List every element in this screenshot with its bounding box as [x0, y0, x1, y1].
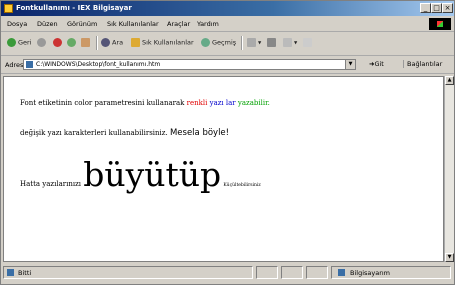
- page-done-icon: [7, 269, 14, 276]
- mail-button[interactable]: ▾: [247, 38, 261, 48]
- close-button[interactable]: ×: [442, 3, 453, 13]
- page-content: Font etiketinin color parametresini kull…: [3, 76, 444, 262]
- status-panel: [256, 266, 278, 279]
- status-panel: [281, 266, 303, 279]
- blue-text: yazı lar: [209, 99, 236, 107]
- status-text: Bitti: [18, 269, 32, 277]
- content-line-3: Hatta yazılarınızı büyütüp Küçültebilirs…: [20, 155, 261, 194]
- small-text: Küçültebilirsiniz: [223, 183, 261, 188]
- red-text: renkli: [186, 99, 208, 107]
- content-line-1: Font etiketinin color parametresini kull…: [20, 99, 270, 107]
- green-text: yazabilir.: [237, 99, 270, 107]
- computer-icon: [338, 269, 345, 276]
- scroll-up-icon[interactable]: ▲: [445, 76, 454, 85]
- links-button[interactable]: Bağlantılar: [403, 60, 442, 68]
- vertical-scrollbar[interactable]: ▲ ▼: [444, 76, 454, 262]
- address-value: C:\WINDOWS\Desktop\font_kullanımı.htm: [36, 61, 161, 68]
- forward-button[interactable]: [37, 38, 48, 48]
- content-line-2: değişik yazı karakterleri kullanabilirsi…: [20, 128, 230, 138]
- home-icon: [81, 38, 90, 47]
- search-icon: [101, 38, 110, 47]
- windows-logo-icon: [429, 18, 451, 30]
- go-button[interactable]: ➜Git: [369, 60, 384, 68]
- back-button[interactable]: Geri: [7, 38, 32, 48]
- stop-icon: [53, 38, 62, 47]
- menu-help[interactable]: Yardım: [197, 20, 219, 28]
- minimize-button[interactable]: _: [420, 3, 431, 13]
- edit-icon: [283, 38, 292, 47]
- big-text: büyütüp: [83, 155, 222, 194]
- window-title: Fontkullanımı - IEX Bilgisayar: [16, 4, 132, 12]
- status-panel-zone: Bilgisayarım: [331, 266, 451, 279]
- title-bar[interactable]: Fontkullanımı - IEX Bilgisayar _ □ ×: [1, 1, 454, 16]
- toolbar-separator: [241, 36, 243, 50]
- print-icon: [267, 38, 276, 47]
- status-panel: [306, 266, 328, 279]
- menu-view[interactable]: Görünüm: [67, 20, 97, 28]
- refresh-icon: [67, 38, 76, 47]
- back-arrow-icon: [7, 38, 16, 47]
- forward-arrow-icon: [37, 38, 46, 47]
- address-dropdown-icon[interactable]: ▼: [345, 60, 355, 69]
- toolbar: Geri Ara Sık Kullanılanlar Geçmiş ▾ ▾: [1, 32, 454, 56]
- history-button[interactable]: Geçmiş: [201, 38, 236, 48]
- refresh-button[interactable]: [67, 38, 78, 48]
- menu-file[interactable]: Dosya: [7, 20, 27, 28]
- mail-icon: [247, 38, 256, 47]
- zone-text: Bilgisayarım: [350, 269, 391, 277]
- edit-button[interactable]: ▾: [283, 38, 297, 48]
- scroll-down-icon[interactable]: ▼: [445, 253, 454, 262]
- favorites-button[interactable]: Sık Kullanılanlar: [131, 38, 194, 48]
- page-icon: [26, 61, 33, 68]
- browser-window: Fontkullanımı - IEX Bilgisayar _ □ × Dos…: [0, 0, 455, 285]
- search-button[interactable]: Ara: [101, 38, 123, 48]
- maximize-button[interactable]: □: [431, 3, 442, 13]
- history-icon: [201, 38, 210, 47]
- menu-bar: Dosya Düzen Görünüm Sık Kullanılanlar Ar…: [1, 17, 454, 32]
- home-button[interactable]: [81, 38, 92, 48]
- sans-text: Mesela böyle!: [169, 128, 230, 138]
- status-panel-main: Bitti: [3, 266, 253, 279]
- menu-edit[interactable]: Düzen: [37, 20, 58, 28]
- favorites-icon: [131, 38, 140, 47]
- discuss-icon: [303, 38, 312, 47]
- print-button[interactable]: [267, 38, 278, 48]
- ie-icon: [4, 4, 13, 13]
- address-label: Adres: [5, 61, 24, 69]
- address-input[interactable]: C:\WINDOWS\Desktop\font_kullanımı.htm ▼: [23, 59, 356, 70]
- menu-tools[interactable]: Araçlar: [167, 20, 190, 28]
- menu-favorites[interactable]: Sık Kullanılanlar: [107, 20, 159, 28]
- discuss-button[interactable]: [303, 38, 314, 48]
- status-bar: Bitti Bilgisayarım: [1, 263, 454, 283]
- address-bar: Adres C:\WINDOWS\Desktop\font_kullanımı.…: [1, 56, 454, 74]
- stop-button[interactable]: [53, 38, 64, 48]
- toolbar-separator: [96, 36, 98, 50]
